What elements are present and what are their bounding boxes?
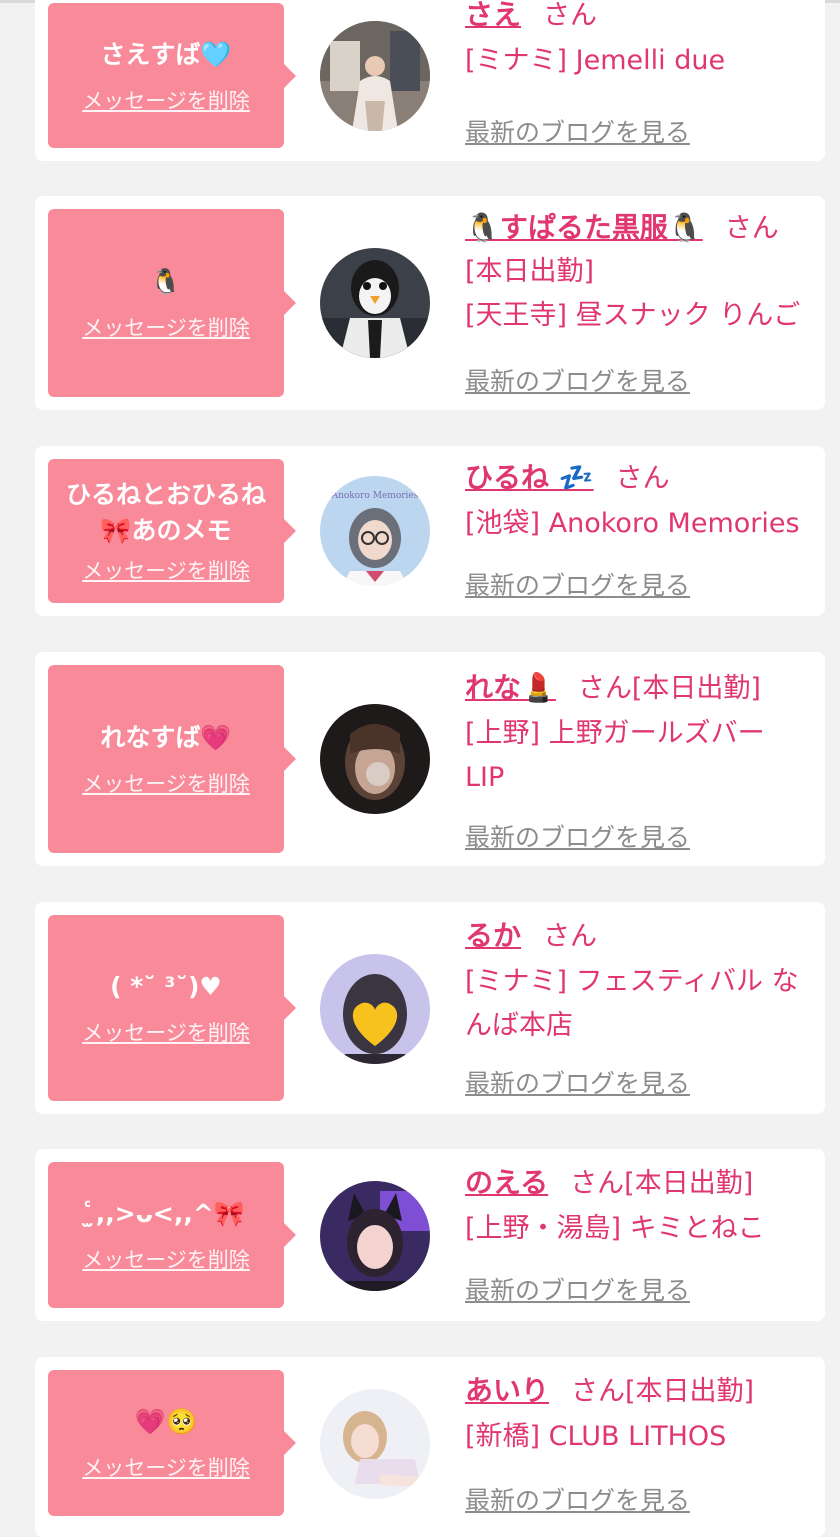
message-card: ひるねとおひるね 🎀あのメモ メッセージを削除 Anokoro Memories… xyxy=(35,446,825,616)
delete-message-link[interactable]: メッセージを削除 xyxy=(82,312,250,342)
attendance-tag: [本日出勤] xyxy=(631,673,761,704)
shop-label: LIP xyxy=(465,762,505,793)
latest-blog-link[interactable]: 最新のブログを見る xyxy=(465,818,690,854)
user-info: 🐧すぱるた黒服🐧 さん [本日出勤] [天王寺] 昼スナック りんご xyxy=(465,208,817,338)
honorific: さん xyxy=(724,213,779,244)
avatar-photo-heart xyxy=(320,954,430,1064)
avatar-photo-glasses: Anokoro Memories xyxy=(320,476,430,586)
message-bubble: ひるねとおひるね 🎀あのメモ メッセージを削除 xyxy=(48,459,296,603)
message-card: さえすば🩵 メッセージを削除 さえ さん [ミナミ] Jemelli due 最新… xyxy=(35,0,825,161)
honorific: さん xyxy=(615,463,670,494)
user-name-link[interactable]: れな💄 xyxy=(465,671,556,704)
avatar-photo-penguin xyxy=(320,248,430,358)
message-bubble: 💗🥺 メッセージを削除 xyxy=(48,1370,296,1516)
latest-blog-link[interactable]: 最新のブログを見る xyxy=(465,362,690,398)
user-info: ひるね 💤 さん [池袋] Anokoro Memories xyxy=(465,458,817,546)
shop-label: [上野] 上野ガールズバー xyxy=(465,718,765,749)
latest-blog-link[interactable]: 最新のブログを見る xyxy=(465,566,690,602)
message-card: れなすば💗 メッセージを削除 れな💄 さん[本日出勤] [上野] 上野ガールズバー… xyxy=(35,652,825,866)
honorific: さん xyxy=(570,1168,625,1199)
message-bubble: 🐧 メッセージを削除 xyxy=(48,209,296,397)
message-bubble: ( *˘ ³˘)♥ メッセージを削除 xyxy=(48,915,296,1101)
avatar[interactable] xyxy=(320,1181,430,1291)
shop-label: [天王寺] 昼スナック りんご xyxy=(465,300,801,331)
message-text: れなすば💗 xyxy=(100,723,232,752)
shop-label: [上野・湯島] キミとねこ xyxy=(465,1213,765,1244)
message-text: 🐧 xyxy=(150,267,182,296)
user-name-link[interactable]: のえる xyxy=(465,1166,548,1199)
message-text: ( *˘ ³˘)♥ xyxy=(110,972,222,1001)
shop-label: んば本店 xyxy=(465,1010,573,1041)
honorific: さん xyxy=(577,673,632,704)
delete-message-link[interactable]: メッセージを削除 xyxy=(82,1017,250,1047)
avatar-photo-blurred xyxy=(320,704,430,814)
message-bubble: ̫ⷭ ,,>ᴗ<,,^🎀 メッセージを削除 xyxy=(48,1162,296,1308)
message-text: 💗🥺 xyxy=(134,1407,198,1436)
shop-label: [本日出勤] xyxy=(465,256,595,287)
avatar-photo-kimono xyxy=(320,21,430,131)
delete-message-link[interactable]: メッセージを削除 xyxy=(82,555,250,585)
svg-text:Anokoro Memories: Anokoro Memories xyxy=(331,491,419,501)
delete-message-link[interactable]: メッセージを削除 xyxy=(82,1244,250,1274)
message-card: 🐧 メッセージを削除 🐧すぱるた黒服🐧 さん [本日出勤] [天王寺] 昼スナック… xyxy=(35,196,825,410)
delete-message-link[interactable]: メッセージを削除 xyxy=(82,768,250,798)
message-card: ̫ⷭ ,,>ᴗ<,,^🎀 メッセージを削除 のえる さん[本日出勤] [上野・湯島… xyxy=(35,1149,825,1321)
latest-blog-link[interactable]: 最新のブログを見る xyxy=(465,1481,690,1517)
delete-message-link[interactable]: メッセージを削除 xyxy=(82,85,250,115)
user-name-link[interactable]: 🐧すぱるた黒服🐧 xyxy=(465,211,703,244)
avatar[interactable] xyxy=(320,21,430,131)
attendance-tag: [本日出勤] xyxy=(625,1376,755,1407)
user-info: さえ さん [ミナミ] Jemelli due xyxy=(465,0,817,83)
user-name-link[interactable]: ひるね 💤 xyxy=(465,461,594,494)
avatar[interactable]: Anokoro Memories xyxy=(320,476,430,586)
message-card: ( *˘ ³˘)♥ メッセージを削除 るか さん [ミナミ] フェスティバル な … xyxy=(35,902,825,1114)
message-text: ひるねとおひるね 🎀あのメモ xyxy=(65,480,266,545)
latest-blog-link[interactable]: 最新のブログを見る xyxy=(465,1271,690,1307)
avatar[interactable] xyxy=(320,248,430,358)
attendance-tag: [本日出勤] xyxy=(624,1168,754,1199)
avatar[interactable] xyxy=(320,1389,430,1499)
shop-label: [新橋] CLUB LITHOS xyxy=(465,1421,727,1452)
user-name-link[interactable]: あいり xyxy=(465,1374,549,1407)
message-text: さえすば🩵 xyxy=(100,39,232,69)
avatar-photo-cat-ears xyxy=(320,1181,430,1291)
user-info: のえる さん[本日出勤] [上野・湯島] キミとねこ xyxy=(465,1163,817,1251)
shop-label: [ミナミ] フェスティバル な xyxy=(465,966,799,997)
delete-message-link[interactable]: メッセージを削除 xyxy=(82,1452,250,1482)
user-name-link[interactable]: さえ xyxy=(465,0,521,31)
avatar-photo-lying xyxy=(320,1389,430,1499)
honorific: さん xyxy=(543,0,598,31)
latest-blog-link[interactable]: 最新のブログを見る xyxy=(465,1064,690,1100)
message-card: 💗🥺 メッセージを削除 あいり さん[本日出勤] [新橋] CLUB LITHOS… xyxy=(35,1357,825,1537)
message-bubble: れなすば💗 メッセージを削除 xyxy=(48,665,296,853)
shop-label: [池袋] Anokoro Memories xyxy=(465,508,800,539)
message-text: ̫ⷭ ,,>ᴗ<,,^🎀 xyxy=(87,1199,245,1228)
user-name-link[interactable]: るか xyxy=(465,919,521,952)
user-info: れな💄 さん[本日出勤] [上野] 上野ガールズバー LIP xyxy=(465,668,817,800)
user-info: るか さん [ミナミ] フェスティバル な んば本店 xyxy=(465,916,817,1048)
shop-label: [ミナミ] Jemelli due xyxy=(465,45,726,76)
latest-blog-link[interactable]: 最新のブログを見る xyxy=(465,113,690,149)
message-bubble: さえすば🩵 メッセージを削除 xyxy=(48,3,296,148)
honorific: さん xyxy=(543,921,598,952)
avatar[interactable] xyxy=(320,704,430,814)
honorific: さん xyxy=(571,1376,626,1407)
avatar[interactable] xyxy=(320,954,430,1064)
user-info: あいり さん[本日出勤] [新橋] CLUB LITHOS xyxy=(465,1371,817,1459)
